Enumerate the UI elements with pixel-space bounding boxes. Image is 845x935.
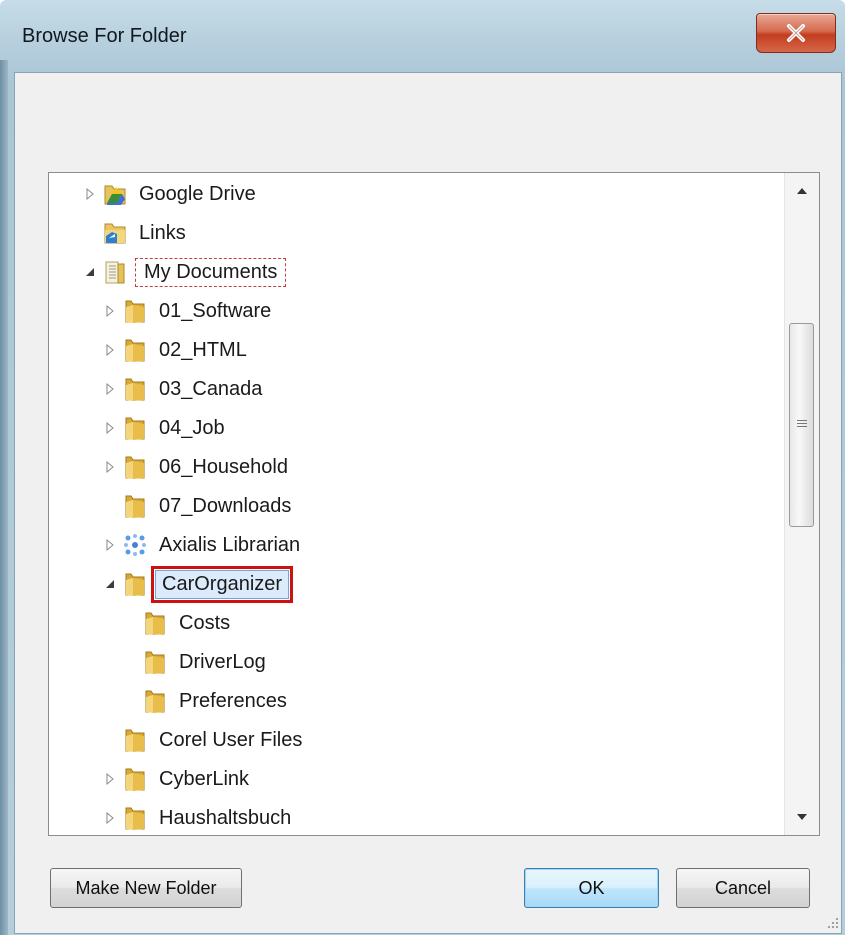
window-title: Browse For Folder (22, 25, 187, 47)
browse-for-folder-dialog: Browse For Folder Google Drive Links My … (0, 0, 845, 935)
collapse-arrow-icon[interactable] (83, 265, 97, 279)
tree-item-03-canada[interactable]: 03_Canada (49, 371, 819, 407)
folder-icon (125, 456, 145, 479)
folder-icon (145, 651, 165, 674)
tree-item-label: Google Drive (139, 182, 256, 205)
tree-item-cyberlink[interactable]: CyberLink (49, 761, 819, 797)
tree-item-label: 07_Downloads (159, 494, 292, 517)
tree-item-label: CyberLink (159, 767, 250, 790)
tree-item-my-documents[interactable]: My Documents (49, 254, 819, 290)
tree-item-carorganizer[interactable]: CarOrganizer (49, 565, 819, 603)
tree-item-label: Axialis Librarian (159, 533, 301, 556)
folder-icon (145, 690, 165, 713)
folder-icon (125, 378, 145, 401)
tree-item-label: Haushaltsbuch (159, 806, 292, 829)
folder-icon (125, 807, 145, 830)
resize-grip-icon[interactable] (825, 915, 839, 929)
expand-arrow-icon[interactable] (103, 460, 117, 474)
close-icon (787, 24, 805, 42)
expand-arrow-icon[interactable] (103, 343, 117, 357)
expand-arrow-icon[interactable] (103, 811, 117, 825)
vertical-scrollbar[interactable] (784, 173, 819, 835)
scroll-up-icon[interactable] (794, 183, 810, 199)
grip-icon (797, 420, 807, 429)
tree-item-label: My Documents (135, 257, 287, 287)
expand-arrow-icon[interactable] (103, 421, 117, 435)
tree-item-07-downloads[interactable]: 07_Downloads (49, 488, 819, 524)
tree-item-axialis-librarian[interactable]: Axialis Librarian (49, 527, 819, 563)
tree-item-costs[interactable]: Costs (49, 605, 819, 641)
expand-arrow-icon[interactable] (103, 304, 117, 318)
tree-item-label: 06_Household (159, 455, 288, 478)
tree-item-label: Costs (179, 611, 231, 634)
tree-item-haushaltsbuch[interactable]: Haushaltsbuch (49, 800, 819, 835)
tree-item-02-html[interactable]: 02_HTML (49, 332, 819, 368)
scrollbar-thumb[interactable] (789, 323, 814, 527)
folder-icon (145, 612, 165, 635)
folder-icon (125, 768, 145, 791)
tree-item-06-household[interactable]: 06_Household (49, 449, 819, 485)
tree-item-label: Corel User Files (159, 728, 303, 751)
axialis-icon (124, 534, 146, 556)
tree-item-driverlog[interactable]: DriverLog (49, 644, 819, 680)
tree-item-label: 03_Canada (159, 377, 263, 400)
tree-item-label: DriverLog (179, 650, 266, 673)
folder-icon (125, 729, 145, 752)
folder-icon (125, 573, 145, 596)
cancel-button[interactable]: Cancel (676, 868, 810, 908)
tree-item-label: Preferences (179, 689, 287, 712)
scroll-down-icon[interactable] (794, 809, 810, 825)
tree-item-04-job[interactable]: 04_Job (49, 410, 819, 446)
tree-item-label: Links (139, 221, 186, 244)
expand-arrow-icon[interactable] (103, 382, 117, 396)
google-drive-icon (104, 185, 126, 205)
ok-button[interactable]: OK (524, 868, 659, 908)
folder-icon (125, 495, 145, 518)
documents-library-icon (105, 261, 125, 284)
folder-icon (125, 339, 145, 362)
expand-arrow-icon[interactable] (103, 772, 117, 786)
folder-icon (125, 417, 145, 440)
tree-item-label: 04_Job (159, 416, 225, 439)
window-frame-edge (0, 60, 8, 935)
tree-item-label: 02_HTML (159, 338, 247, 361)
expand-arrow-icon[interactable] (103, 538, 117, 552)
tree-item-corel-user-files[interactable]: Corel User Files (49, 722, 819, 758)
links-folder-icon (104, 223, 126, 244)
tree-item-links[interactable]: Links (49, 215, 819, 251)
folder-icon (125, 300, 145, 323)
tree-item-label: CarOrganizer (150, 565, 294, 603)
tree-item-google-drive[interactable]: Google Drive (49, 176, 819, 212)
tree-item-01-software[interactable]: 01_Software (49, 293, 819, 329)
collapse-arrow-icon[interactable] (103, 577, 117, 591)
folder-tree[interactable]: Google Drive Links My Documents 01_Softw… (48, 172, 820, 836)
title-bar[interactable]: Browse For Folder (0, 0, 845, 72)
make-new-folder-button[interactable]: Make New Folder (50, 868, 242, 908)
tree-item-preferences[interactable]: Preferences (49, 683, 819, 719)
tree-item-label: 01_Software (159, 299, 272, 322)
expand-arrow-icon[interactable] (83, 187, 97, 201)
close-button[interactable] (756, 13, 836, 53)
